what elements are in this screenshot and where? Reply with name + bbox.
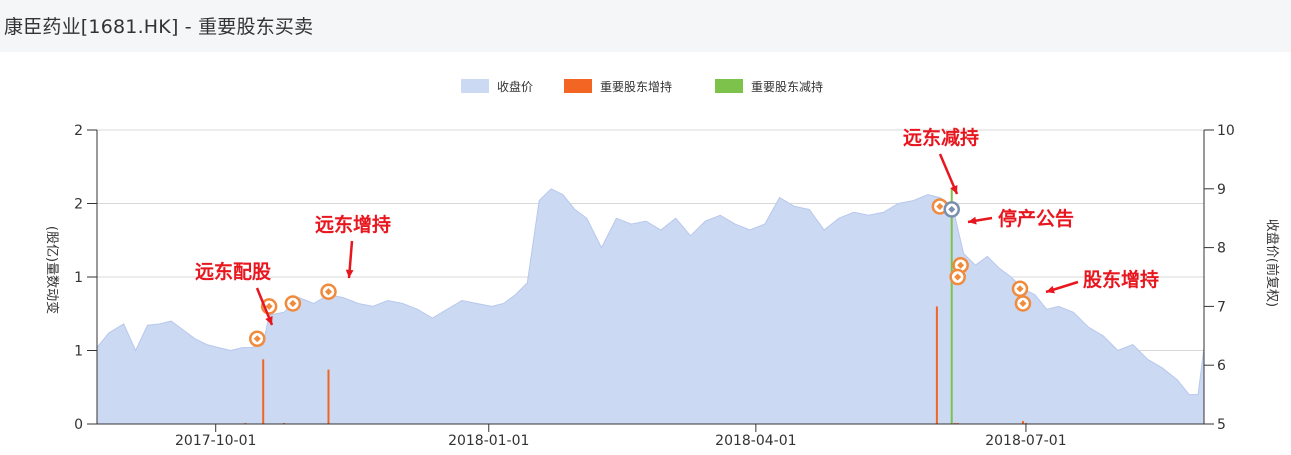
annotation-text-4: 股东增持 [1083,268,1159,291]
y-right-tick-label-2: 7 [1217,299,1226,315]
x-tick-label-3: 2018-07-01 [985,433,1066,449]
decrease-bar-0 [950,188,953,424]
annotation-text-1: 远东增持 [315,213,391,236]
shareholder-trading-chart: 0 1 1 2 2 5 6 7 8 9 10 2017-10-01 2018-01-01 2018-04-… [44,123,1280,449]
y-right-tick-label-3: 8 [1217,241,1226,257]
x-tick-label-1: 2018-01-01 [448,433,529,449]
increase-bar-1 [262,359,265,424]
increase-bar-4 [935,306,938,424]
y-right-tick-label-5: 10 [1217,123,1235,139]
y-right-tick-label-4: 9 [1217,182,1226,198]
increase-bar-3 [327,369,330,424]
y-left-tick-label-4: 2 [74,123,83,139]
y-right-tick-label-0: 5 [1217,417,1226,433]
annotation-text-3: 停产公告 [998,207,1074,230]
annotation-text-0: 远东配股 [195,260,271,283]
y-right-tick-label-1: 6 [1217,358,1226,374]
annotation-text-2: 远东减持 [903,126,979,149]
x-tick-label-2: 2018-04-01 [715,433,796,449]
y-right-axis-title: 收盘价(前复权) [1264,219,1280,307]
y-left-tick-label-1: 1 [74,344,83,360]
x-tick-label-0: 2017-10-01 [175,433,256,449]
y-left-axis-title: (股亿)量数动变 [44,226,60,314]
y-left-tick-label-2: 1 [74,270,83,286]
y-left-tick-label-3: 2 [74,197,83,213]
y-left-tick-label-0: 0 [74,417,83,433]
